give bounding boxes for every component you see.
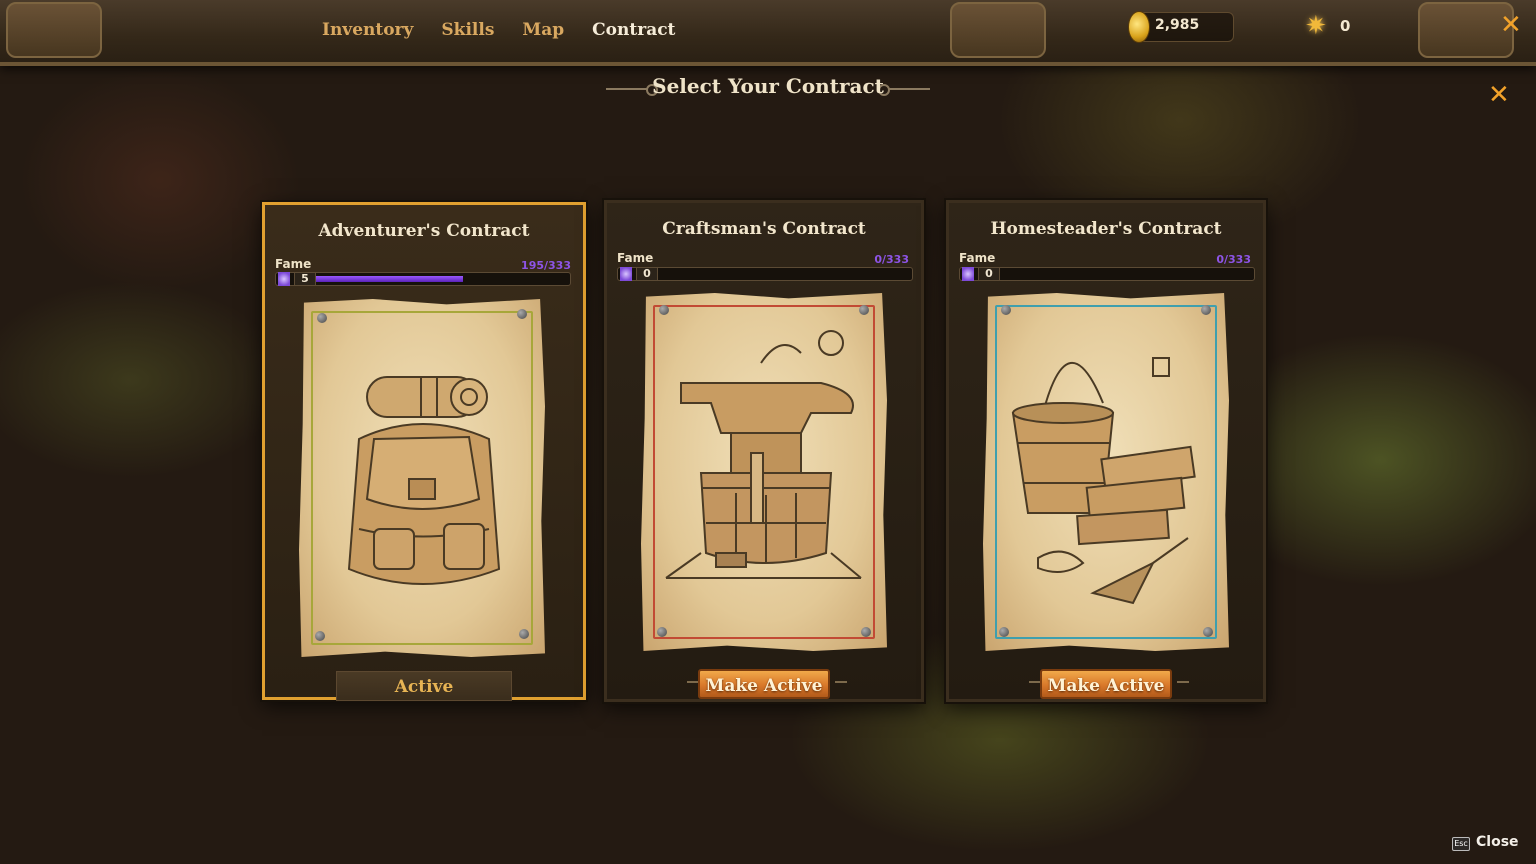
fame-label: Fame (617, 251, 654, 265)
gold-amount: 2,985 (1155, 17, 1200, 33)
fame-gem-icon (278, 272, 290, 286)
pin-icon (1001, 305, 1011, 315)
fame-gem-icon (962, 267, 974, 281)
fame-label: Fame (275, 257, 312, 271)
pin-icon (659, 305, 669, 315)
gold-coin-icon (1128, 11, 1150, 43)
ornament-left (6, 2, 102, 58)
card-title: Craftsman's Contract (662, 219, 866, 239)
contract-illustration (299, 299, 545, 657)
star-amount: 0 (1340, 17, 1351, 35)
button-ornament-right (1177, 681, 1189, 691)
fame-bar: 0 (959, 267, 1255, 281)
anvil-sketch-icon (665, 330, 862, 579)
card-title: Adventurer's Contract (318, 221, 530, 241)
tab-skills[interactable]: Skills (441, 20, 494, 40)
tab-contract[interactable]: Contract (592, 20, 675, 40)
ornament-mid (950, 2, 1046, 58)
star-icon: ✷ (1305, 11, 1327, 41)
contract-card-homesteader[interactable]: Homesteader's Contract Fame 0/333 0 Make… (946, 200, 1266, 702)
bucket-bricks-sketch-icon (1011, 357, 1196, 605)
fame-bar-fill (316, 276, 463, 282)
contract-card-craftsman[interactable]: Craftsman's Contract Fame 0/333 0 Make A… (604, 200, 924, 702)
tab-map[interactable]: Map (522, 20, 564, 40)
button-ornament-right (835, 681, 847, 691)
fame-level: 5 (294, 272, 316, 286)
esc-key-icon: Esc (1452, 837, 1470, 851)
contract-card-adventurer[interactable]: Adventurer's Contract Fame 195/333 5 Act… (262, 202, 586, 701)
fame-label: Fame (959, 251, 996, 265)
pin-icon (519, 629, 529, 639)
pin-icon (315, 631, 325, 641)
contract-illustration (983, 293, 1229, 651)
page-title: Select Your Contract (652, 74, 884, 98)
card-title: Homesteader's Contract (990, 219, 1222, 239)
pin-icon (861, 627, 871, 637)
fame-bar: 0 (617, 267, 913, 281)
pin-icon (517, 309, 527, 319)
close-button[interactable]: Close (1476, 834, 1519, 850)
fame-bar: 5 (275, 272, 571, 286)
nav-tabs: Inventory Skills Map Contract (322, 14, 675, 46)
pin-icon (1201, 305, 1211, 315)
tab-inventory[interactable]: Inventory (322, 20, 413, 40)
make-active-button[interactable]: Make Active (1040, 669, 1172, 699)
fame-progress-text: 0/333 (1216, 253, 1251, 266)
close-icon[interactable]: ✕ (1500, 12, 1522, 38)
fame-gem-icon (620, 267, 632, 281)
pin-icon (859, 305, 869, 315)
fame-progress-text: 0/333 (874, 253, 909, 266)
pin-icon (657, 627, 667, 637)
fame-level: 0 (978, 267, 1000, 281)
fame-level: 0 (636, 267, 658, 281)
contract-illustration (641, 293, 887, 651)
backpack-sketch-icon (347, 376, 501, 585)
pin-icon (1203, 627, 1213, 637)
active-status-button: Active (336, 671, 512, 701)
pin-icon (999, 627, 1009, 637)
fame-progress-text: 195/333 (521, 259, 571, 272)
make-active-button[interactable]: Make Active (698, 669, 830, 699)
pin-icon (317, 313, 327, 323)
